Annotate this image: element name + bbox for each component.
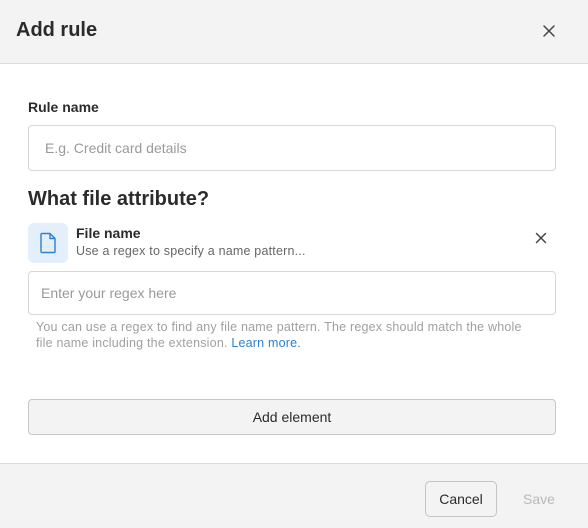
remove-attribute-button[interactable] — [532, 229, 550, 247]
dialog-body: Rule name What file attribute? File name… — [0, 64, 588, 463]
save-button[interactable]: Save — [510, 481, 568, 517]
dialog-footer: Cancel Save — [0, 463, 588, 528]
rule-name-label: Rule name — [28, 99, 99, 115]
add-element-button[interactable]: Add element — [28, 399, 556, 435]
file-icon — [40, 232, 56, 254]
add-rule-dialog: Add rule Rule name What file attribute? … — [0, 0, 588, 528]
dialog-title: Add rule — [16, 19, 98, 41]
close-icon — [535, 232, 547, 244]
cancel-button[interactable]: Cancel — [425, 481, 497, 517]
rule-name-input[interactable] — [28, 125, 556, 171]
file-attribute-description: Use a regex to specify a name pattern... — [76, 244, 306, 258]
regex-help-text: You can use a regex to find any file nam… — [36, 319, 536, 351]
file-attribute-heading: What file attribute? — [28, 188, 210, 210]
file-attribute-icon-box — [28, 223, 68, 263]
dialog-header: Add rule — [0, 0, 588, 64]
close-button[interactable] — [538, 20, 560, 42]
learn-more-link[interactable]: Learn more. — [231, 336, 301, 350]
close-icon — [543, 25, 555, 37]
file-attribute-name: File name — [76, 225, 141, 241]
regex-input[interactable] — [28, 271, 556, 315]
